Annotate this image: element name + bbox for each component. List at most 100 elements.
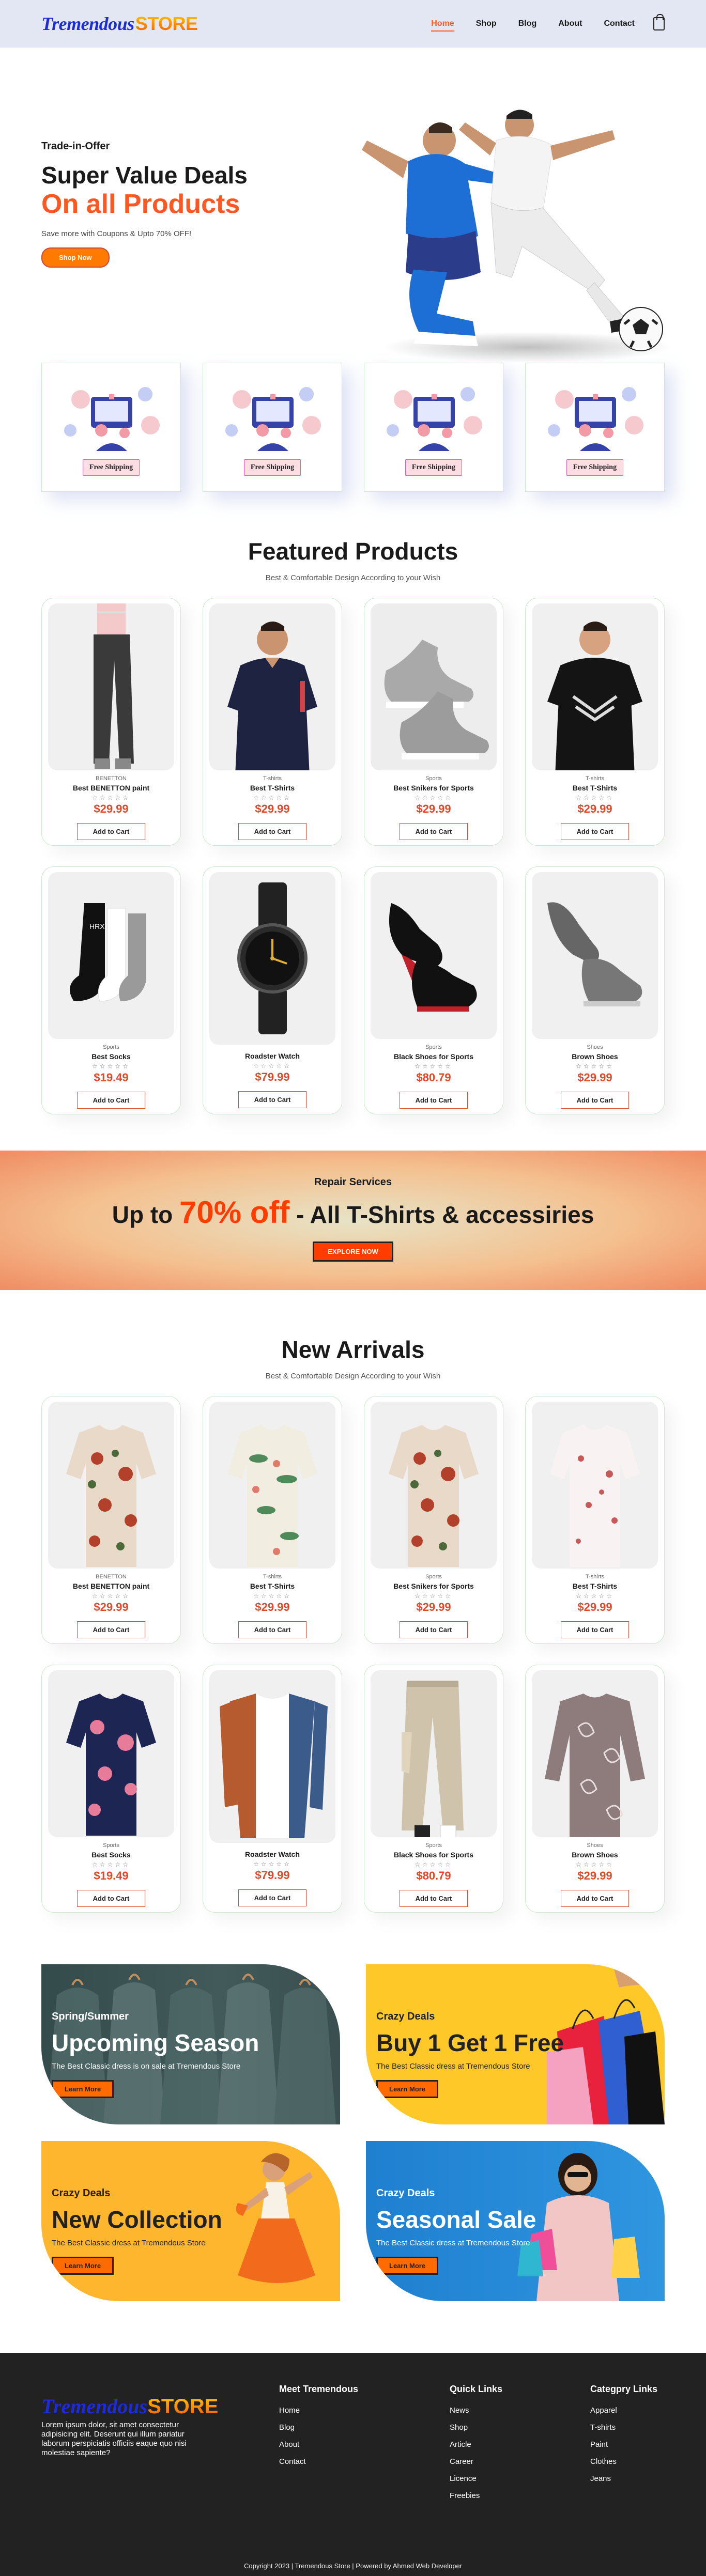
product-image[interactable] [532, 1670, 658, 1837]
product-card[interactable]: HRX Sports Best Socks ☆☆☆☆☆ $19.49 Add to Car… [41, 866, 181, 1114]
product-card[interactable]: BENETTON Best BENETTON paint ☆☆☆☆☆ $29.99 Ad… [41, 598, 181, 846]
product-card[interactable]: Sports Best Snikers for Sports ☆☆☆☆☆ $29.99… [364, 598, 503, 846]
product-card[interactable]: T-shirts Best T-Shirts ☆☆☆☆☆ $29.99 Add to C… [203, 598, 342, 846]
nav-contact[interactable]: Contact [604, 19, 635, 28]
product-name[interactable]: Black Shoes for Sports [394, 1851, 473, 1859]
product-card[interactable]: Sports Best Socks ☆☆☆☆☆ $19.49 Add to Cart [41, 1665, 181, 1913]
footer-link[interactable]: News [450, 2406, 590, 2415]
add-to-cart-button[interactable]: Add to Cart [238, 1621, 307, 1638]
footer-link[interactable]: Contact [279, 2457, 450, 2466]
svg-text:HRX: HRX [89, 922, 105, 930]
product-image[interactable] [532, 1402, 658, 1569]
learn-more-button[interactable]: Learn More [376, 2257, 439, 2275]
logo[interactable]: Tremendous STORE [41, 13, 198, 35]
add-to-cart-button[interactable]: Add to Cart [399, 1621, 468, 1638]
product-image[interactable] [209, 1670, 335, 1843]
rating-stars: ☆☆☆☆☆ [92, 794, 130, 801]
footer-link[interactable]: Freebies [450, 2491, 590, 2500]
footer-link[interactable]: Career [450, 2457, 590, 2466]
add-to-cart-button[interactable]: Add to Cart [76, 1890, 146, 1907]
product-name[interactable]: Best T-Shirts [573, 784, 617, 792]
add-to-cart-button[interactable]: Add to Cart [76, 823, 146, 840]
product-name[interactable]: Roadster Watch [245, 1850, 300, 1858]
promo-kicker: Crazy Deals [376, 2011, 435, 2022]
product-name[interactable]: Roadster Watch [245, 1052, 300, 1060]
footer-link[interactable]: Blog [279, 2423, 450, 2432]
product-card[interactable]: Sports Best Snikers for Sports ☆☆☆☆☆ $29.99… [364, 1396, 503, 1644]
footer-link[interactable]: Licence [450, 2474, 590, 2483]
product-card[interactable]: BENETTON Best BENETTON paint ☆☆☆☆☆ $29.99 Ad… [41, 1396, 181, 1644]
product-image[interactable] [371, 872, 497, 1039]
nav-home[interactable]: Home [431, 19, 455, 32]
product-card[interactable]: Shoes Brown Shoes ☆☆☆☆☆ $29.99 Add to Cart [525, 1665, 665, 1913]
explore-now-button[interactable]: EXPLORE NOW [313, 1242, 393, 1262]
product-name[interactable]: Best BENETTON paint [73, 784, 149, 792]
product-image[interactable] [371, 1670, 497, 1837]
footer-link[interactable]: Clothes [590, 2457, 657, 2466]
footer-link[interactable]: Article [450, 2440, 590, 2449]
product-name[interactable]: Best Snikers for Sports [393, 784, 474, 792]
rating-stars: ☆☆☆☆☆ [253, 1860, 291, 1868]
product-image[interactable] [371, 1402, 497, 1569]
footer-link[interactable]: Jeans [590, 2474, 657, 2483]
nav-about[interactable]: About [558, 19, 582, 28]
footer-link[interactable]: About [279, 2440, 450, 2449]
product-card[interactable]: T-shirts Best T-Shirts ☆☆☆☆☆ $29.99 Add to C… [525, 1396, 665, 1644]
footer-link[interactable]: Shop [450, 2423, 590, 2432]
product-name[interactable]: Best T-Shirts [250, 784, 295, 792]
add-to-cart-button[interactable]: Add to Cart [238, 823, 307, 840]
product-card[interactable]: Sports Black Shoes for Sports ☆☆☆☆☆ $80.79 A… [364, 866, 503, 1114]
add-to-cart-button[interactable]: Add to Cart [560, 1092, 630, 1109]
rating-stars: ☆☆☆☆☆ [415, 1063, 453, 1070]
product-name[interactable]: Best Socks [91, 1851, 130, 1859]
product-card[interactable]: T-shirts Best T-Shirts ☆☆☆☆☆ $29.99 Add to C… [203, 1396, 342, 1644]
product-name[interactable]: Best T-Shirts [250, 1582, 295, 1590]
add-to-cart-button[interactable]: Add to Cart [560, 1890, 630, 1907]
add-to-cart-button[interactable]: Add to Cart [399, 1092, 468, 1109]
footer-link[interactable]: Apparel [590, 2406, 657, 2415]
product-name[interactable]: Best T-Shirts [573, 1582, 617, 1590]
banner-discount: 70% off [179, 1195, 290, 1230]
product-image[interactable] [209, 1402, 335, 1569]
nav-blog[interactable]: Blog [518, 19, 537, 28]
product-card[interactable]: Roadster Watch ☆☆☆☆☆ $79.99 Add to Cart [203, 866, 342, 1114]
product-card[interactable]: T-shirts Best T-Shirts ☆☆☆☆☆ $29.99 Add to C… [525, 598, 665, 846]
product-name[interactable]: Brown Shoes [572, 1052, 618, 1061]
product-image[interactable] [209, 603, 335, 770]
product-name[interactable]: Best Socks [91, 1052, 130, 1061]
product-card[interactable]: Roadster Watch ☆☆☆☆☆ $79.99 Add to Cart [203, 1665, 342, 1913]
product-image[interactable] [532, 603, 658, 770]
footer-link[interactable]: Paint [590, 2440, 657, 2449]
add-to-cart-button[interactable]: Add to Cart [238, 1889, 307, 1906]
product-card[interactable]: Sports Black Shoes for Sports ☆☆☆☆☆ $80.79 A… [364, 1665, 503, 1913]
add-to-cart-button[interactable]: Add to Cart [399, 823, 468, 840]
nav-shop[interactable]: Shop [476, 19, 497, 28]
product-image[interactable]: HRX [48, 872, 174, 1039]
product-brand: T-shirts [585, 775, 605, 782]
add-to-cart-button[interactable]: Add to Cart [76, 1092, 146, 1109]
product-image[interactable] [371, 603, 497, 770]
footer-link[interactable]: T-shirts [590, 2423, 657, 2432]
product-name[interactable]: Best BENETTON paint [73, 1582, 149, 1590]
product-name[interactable]: Brown Shoes [572, 1851, 618, 1859]
product-name[interactable]: Best Snikers for Sports [393, 1582, 474, 1590]
footer-link[interactable]: Home [279, 2406, 450, 2415]
product-card[interactable]: Shoes Brown Shoes ☆☆☆☆☆ $29.99 Add to Cart [525, 866, 665, 1114]
product-image[interactable] [209, 872, 335, 1045]
add-to-cart-button[interactable]: Add to Cart [560, 823, 630, 840]
learn-more-button[interactable]: Learn More [52, 2257, 114, 2275]
add-to-cart-button[interactable]: Add to Cart [76, 1621, 146, 1638]
add-to-cart-button[interactable]: Add to Cart [238, 1091, 307, 1108]
learn-more-button[interactable]: Learn More [376, 2080, 439, 2098]
product-name[interactable]: Black Shoes for Sports [394, 1052, 473, 1061]
add-to-cart-button[interactable]: Add to Cart [399, 1890, 468, 1907]
product-price: $19.49 [94, 1071, 129, 1084]
product-image[interactable] [48, 603, 174, 770]
learn-more-button[interactable]: Learn More [52, 2080, 114, 2098]
shopping-bag-icon[interactable] [653, 14, 665, 30]
add-to-cart-button[interactable]: Add to Cart [560, 1621, 630, 1638]
product-image[interactable] [48, 1402, 174, 1569]
product-image[interactable] [48, 1670, 174, 1837]
shop-now-button[interactable]: Shop Now [41, 247, 110, 268]
product-image[interactable] [532, 872, 658, 1039]
